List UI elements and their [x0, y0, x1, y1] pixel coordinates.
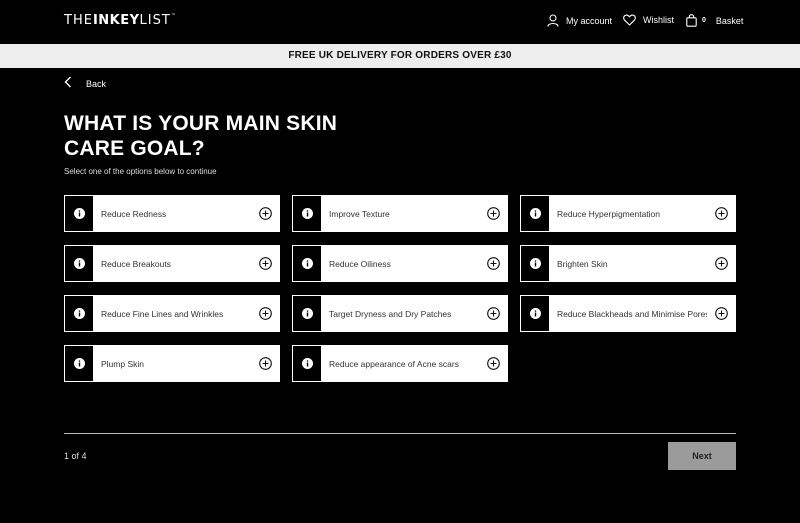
- option-card-acne-scars[interactable]: Reduce appearance of Acne scars: [292, 345, 508, 382]
- info-icon[interactable]: [65, 246, 93, 281]
- option-card-reduce-blackheads[interactable]: Reduce Blackheads and Minimise Pores: [520, 295, 736, 332]
- option-card-reduce-redness[interactable]: Reduce Redness: [64, 195, 280, 232]
- info-icon[interactable]: [521, 246, 549, 281]
- logo-text-pre: THE: [64, 13, 93, 28]
- option-label: Plump Skin: [101, 358, 144, 369]
- option-card-reduce-oiliness[interactable]: Reduce Oiliness: [292, 245, 508, 282]
- option-card-improve-texture[interactable]: Improve Texture: [292, 195, 508, 232]
- chevron-left-icon: [64, 75, 72, 93]
- plus-circle-icon[interactable]: [479, 307, 507, 320]
- my-account-label: My account: [566, 15, 613, 26]
- next-button[interactable]: Next: [668, 442, 736, 470]
- basket-label: Basket: [715, 15, 744, 26]
- free-delivery-banner: FREE UK DELIVERY FOR ORDERS OVER £30: [0, 44, 800, 68]
- info-icon[interactable]: [521, 196, 549, 231]
- step-indicator: 1 of 4: [64, 451, 87, 461]
- option-label: Reduce Oiliness: [329, 258, 391, 269]
- user-icon: [547, 14, 559, 27]
- my-account-link[interactable]: My account: [547, 14, 612, 27]
- option-label: Reduce Blackheads and Minimise Pores: [557, 308, 707, 319]
- question-subtitle: Select one of the options below to conti…: [64, 167, 217, 176]
- option-label: Reduce Hyperpigmentation: [557, 208, 661, 219]
- plus-circle-icon[interactable]: [479, 257, 507, 270]
- plus-circle-icon[interactable]: [707, 307, 735, 320]
- heart-icon: [623, 14, 636, 26]
- option-label: Brighten Skin: [557, 258, 608, 269]
- wishlist-link[interactable]: Wishlist: [623, 14, 674, 26]
- site-header: THEINKEYLIST™ My account Wishlist 0 Bask…: [0, 0, 800, 44]
- wishlist-label: Wishlist: [643, 15, 674, 25]
- option-label: Reduce Breakouts: [101, 258, 171, 269]
- back-label: Back: [86, 79, 107, 89]
- plus-circle-icon[interactable]: [479, 207, 507, 220]
- basket-link[interactable]: 0 Basket: [686, 14, 743, 27]
- footer-divider: [64, 433, 736, 434]
- option-card-plump-skin[interactable]: Plump Skin: [64, 345, 280, 382]
- option-card-reduce-breakouts[interactable]: Reduce Breakouts: [64, 245, 280, 282]
- plus-circle-icon[interactable]: [251, 257, 279, 270]
- info-icon[interactable]: [293, 346, 321, 381]
- option-card-reduce-fine-lines[interactable]: Reduce Fine Lines and Wrinkles: [64, 295, 280, 332]
- option-label: Target Dryness and Dry Patches: [329, 308, 452, 319]
- basket-count-badge: 0: [702, 17, 706, 24]
- info-icon[interactable]: [293, 246, 321, 281]
- option-label: Reduce Fine Lines and Wrinkles: [101, 308, 224, 319]
- option-label: Reduce Redness: [101, 208, 167, 219]
- brand-logo[interactable]: THEINKEYLIST™: [64, 13, 177, 28]
- info-icon[interactable]: [65, 346, 93, 381]
- logo-trademark: ™: [170, 13, 177, 19]
- plus-circle-icon[interactable]: [251, 207, 279, 220]
- info-icon[interactable]: [521, 296, 549, 331]
- shopping-bag-icon: [686, 14, 697, 27]
- plus-circle-icon[interactable]: [251, 357, 279, 370]
- logo-text-post: LIST: [139, 13, 171, 28]
- back-link[interactable]: Back: [64, 75, 106, 93]
- plus-circle-icon[interactable]: [707, 257, 735, 270]
- info-icon[interactable]: [293, 196, 321, 231]
- option-label: Improve Texture: [329, 208, 390, 219]
- plus-circle-icon[interactable]: [479, 357, 507, 370]
- info-icon[interactable]: [293, 296, 321, 331]
- info-icon[interactable]: [65, 296, 93, 331]
- option-card-reduce-hyperpigmentation[interactable]: Reduce Hyperpigmentation: [520, 195, 736, 232]
- option-card-target-dryness[interactable]: Target Dryness and Dry Patches: [292, 295, 508, 332]
- logo-text-main: INKEY: [92, 13, 140, 28]
- question-title: WHAT IS YOUR MAIN SKIN CARE GOAL?: [64, 112, 338, 160]
- plus-circle-icon[interactable]: [707, 207, 735, 220]
- plus-circle-icon[interactable]: [251, 307, 279, 320]
- option-label: Reduce appearance of Acne scars: [329, 358, 459, 369]
- info-icon[interactable]: [65, 196, 93, 231]
- option-card-brighten-skin[interactable]: Brighten Skin: [520, 245, 736, 282]
